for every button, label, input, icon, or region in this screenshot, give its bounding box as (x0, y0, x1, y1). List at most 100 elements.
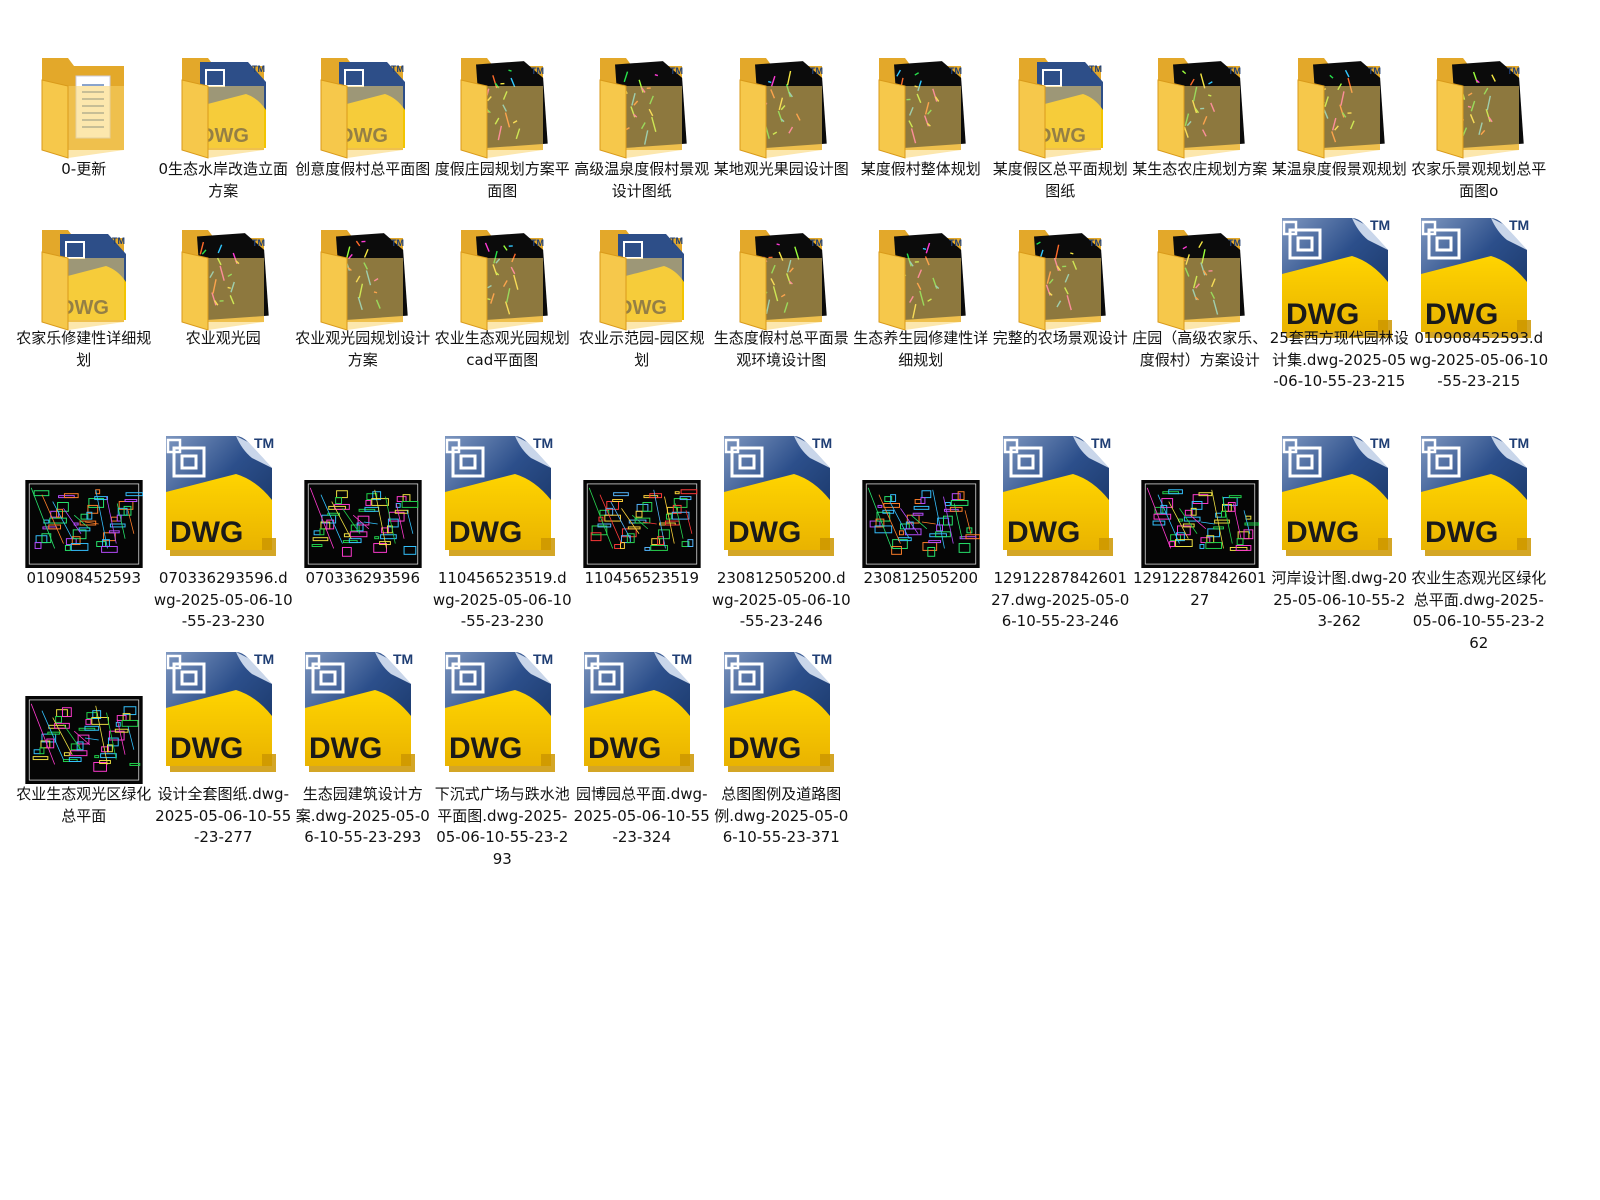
dwg-text: DWG (588, 732, 661, 765)
svg-text:TM: TM (252, 238, 265, 248)
tm-mark: TM (1370, 217, 1390, 233)
folder-icon: DWG TM (303, 46, 423, 166)
folder-icon: DWG TM (164, 46, 284, 166)
svg-text:TM: TM (1089, 64, 1102, 74)
file-row: 农业生态观光区绿化总平面 TM DWG 设计全套图纸.dwg-2025-05-0… (14, 646, 1594, 868)
dwg-file-item[interactable]: TM DWG 010908452593.dwg-2025-05-06-10-55… (1409, 214, 1549, 430)
file-name-label: 010908452593.dwg-2025-05-06-10-55-23-215 (1409, 329, 1549, 390)
image-file-item[interactable]: 1291228784260127 (1130, 430, 1270, 646)
svg-text:TM: TM (252, 64, 265, 74)
image-file-item[interactable]: 010908452593 (14, 430, 154, 646)
file-name-label: 河岸设计图.dwg-2025-05-06-10-55-23-262 (1271, 569, 1408, 630)
dwg-file-item[interactable]: TM DWG 设计全套图纸.dwg-2025-05-06-10-55-23-27… (154, 646, 294, 862)
file-name-label: 生态度假村总平面景观环境设计图 (713, 329, 849, 369)
folder-item[interactable]: TM 某温泉度假景观规划 (1270, 38, 1410, 214)
tm-mark: TM (254, 651, 274, 667)
svg-text:TM: TM (1228, 66, 1241, 76)
folder-item[interactable]: TM 生态度假村总平面景观环境设计图 (712, 214, 852, 430)
svg-text:TM: TM (1089, 238, 1102, 248)
dwg-file-item[interactable]: TM DWG 25套西方现代园林设计集.dwg-2025-05-06-10-55… (1270, 214, 1410, 430)
folder-item[interactable]: TM 某地观光果园设计图 (712, 38, 852, 214)
file-name-label: 110456523519 (584, 569, 700, 587)
folder-icon: TM (1140, 46, 1260, 166)
cad-thumbnail-icon (861, 440, 981, 572)
file-name-label: 某生态农庄规划方案 (1132, 160, 1268, 178)
folder-item[interactable]: TM 庄园（高级农家乐、度假村）方案设计 (1130, 214, 1270, 430)
folder-item[interactable]: TM 农业生态观光园规划cad平面图 (433, 214, 573, 430)
tm-mark: TM (672, 651, 692, 667)
file-name-label: 生态园建筑设计方案.dwg-2025-05-06-10-55-23-293 (295, 785, 430, 846)
dwg-file-icon: TM DWG (1001, 430, 1121, 562)
folder-item[interactable]: TM 度假庄园规划方案平面图 (433, 38, 573, 214)
folder-icon: DWG TM (1001, 46, 1121, 166)
dwg-file-item[interactable]: TM DWG 园博园总平面.dwg-2025-05-06-10-55-23-32… (572, 646, 712, 862)
file-name-label: 农业示范园-园区规划 (579, 329, 705, 369)
folder-icon: TM (443, 212, 563, 344)
file-name-label: 某地观光果园设计图 (713, 160, 849, 178)
svg-text:TM: TM (810, 66, 823, 76)
dwg-file-item[interactable]: TM DWG 110456523519.dwg-2025-05-06-10-55… (433, 430, 573, 646)
folder-icon: TM (861, 46, 981, 166)
svg-text:TM: TM (1368, 66, 1381, 76)
image-file-item[interactable]: 070336293596 (293, 430, 433, 646)
file-name-label: 农业生态观光园规划cad平面图 (434, 329, 570, 369)
file-name-label: 070336293596.dwg-2025-05-06-10-55-23-230 (153, 569, 293, 630)
cad-thumbnail-icon (1140, 440, 1260, 572)
folder-icon: DWG TM (24, 212, 144, 344)
tm-mark: TM (812, 435, 832, 451)
image-file-item[interactable]: 农业生态观光区绿化总平面 (14, 646, 154, 862)
tm-mark: TM (812, 651, 832, 667)
dwg-text: DWG (170, 732, 243, 765)
svg-text:TM: TM (810, 238, 823, 248)
svg-text:TM: TM (391, 238, 404, 248)
dwg-file-item[interactable]: TM DWG 总图图例及道路图例.dwg-2025-05-06-10-55-23… (712, 646, 852, 862)
folder-item[interactable]: DWG TM 农家乐修建性详细规划 (14, 214, 154, 430)
file-name-label: 总图图例及道路图例.dwg-2025-05-06-10-55-23-371 (714, 785, 849, 846)
dwg-file-icon: TM DWG (1280, 212, 1400, 344)
dwg-file-item[interactable]: TM DWG 1291228784260127.dwg-2025-05-06-1… (991, 430, 1131, 646)
tm-mark: TM (533, 435, 553, 451)
file-name-label: 110456523519.dwg-2025-05-06-10-55-23-230 (432, 569, 572, 630)
folder-icon: TM (722, 212, 842, 344)
svg-text:TM: TM (531, 66, 544, 76)
dwg-file-icon: TM DWG (722, 430, 842, 562)
file-name-label: 生态养生园修建性详细规划 (853, 329, 989, 369)
dwg-text: DWG (728, 516, 801, 549)
image-file-item[interactable]: 110456523519 (572, 430, 712, 646)
dwg-file-item[interactable]: TM DWG 下沉式广场与跌水池平面图.dwg-2025-05-06-10-55… (433, 646, 573, 868)
folder-item[interactable]: DWG TM 0生态水岸改造立面方案 (154, 38, 294, 214)
dwg-text: DWG (1425, 516, 1498, 549)
folder-item[interactable]: TM 农业观光园规划设计方案 (293, 214, 433, 430)
file-name-label: 下沉式广场与跌水池平面图.dwg-2025-05-06-10-55-23-293 (434, 785, 570, 868)
folder-item[interactable]: DWG TM 农业示范园-园区规划 (572, 214, 712, 430)
folder-item[interactable]: TM 农家乐景观规划总平面图o (1409, 38, 1549, 214)
folder-item[interactable]: DWG TM 创意度假村总平面图 (293, 38, 433, 214)
folder-icon: TM (1140, 212, 1260, 344)
file-name-label: 农业生态观光区绿化总平面.dwg-2025-05-06-10-55-23-262 (1411, 569, 1547, 652)
file-name-label: 高级温泉度假村景观设计图纸 (574, 160, 710, 200)
dwg-file-item[interactable]: TM DWG 农业生态观光区绿化总平面.dwg-2025-05-06-10-55… (1409, 430, 1549, 652)
folder-icon: TM (164, 212, 284, 344)
folder-item[interactable]: 0-更新 (14, 38, 154, 214)
tm-mark: TM (533, 651, 553, 667)
dwg-file-icon: TM DWG (443, 430, 563, 562)
dwg-file-icon: TM DWG (1280, 430, 1400, 562)
folder-item[interactable]: TM 某生态农庄规划方案 (1130, 38, 1270, 214)
dwg-file-item[interactable]: TM DWG 070336293596.dwg-2025-05-06-10-55… (154, 430, 294, 646)
image-file-item[interactable]: 230812505200 (851, 430, 991, 646)
folder-item[interactable]: DWG TM 某度假区总平面规划图纸 (991, 38, 1131, 214)
dwg-file-item[interactable]: TM DWG 生态园建筑设计方案.dwg-2025-05-06-10-55-23… (293, 646, 433, 862)
folder-item[interactable]: TM 某度假村整体规划 (851, 38, 991, 214)
folder-item[interactable]: TM 完整的农场景观设计 (991, 214, 1131, 430)
dwg-text: DWG (449, 732, 522, 765)
folder-item[interactable]: TM 生态养生园修建性详细规划 (851, 214, 991, 430)
svg-text:TM: TM (1507, 66, 1520, 76)
file-name-label: 230812505200.dwg-2025-05-06-10-55-23-246 (711, 569, 851, 630)
folder-icon: TM (861, 212, 981, 344)
folder-item[interactable]: TM 高级温泉度假村景观设计图纸 (572, 38, 712, 214)
dwg-file-item[interactable]: TM DWG 230812505200.dwg-2025-05-06-10-55… (712, 430, 852, 646)
dwg-file-item[interactable]: TM DWG 河岸设计图.dwg-2025-05-06-10-55-23-262 (1270, 430, 1410, 646)
dwg-text: DWG (1007, 516, 1080, 549)
folder-item[interactable]: TM 农业观光园 (154, 214, 294, 430)
svg-text:TM: TM (670, 236, 683, 246)
